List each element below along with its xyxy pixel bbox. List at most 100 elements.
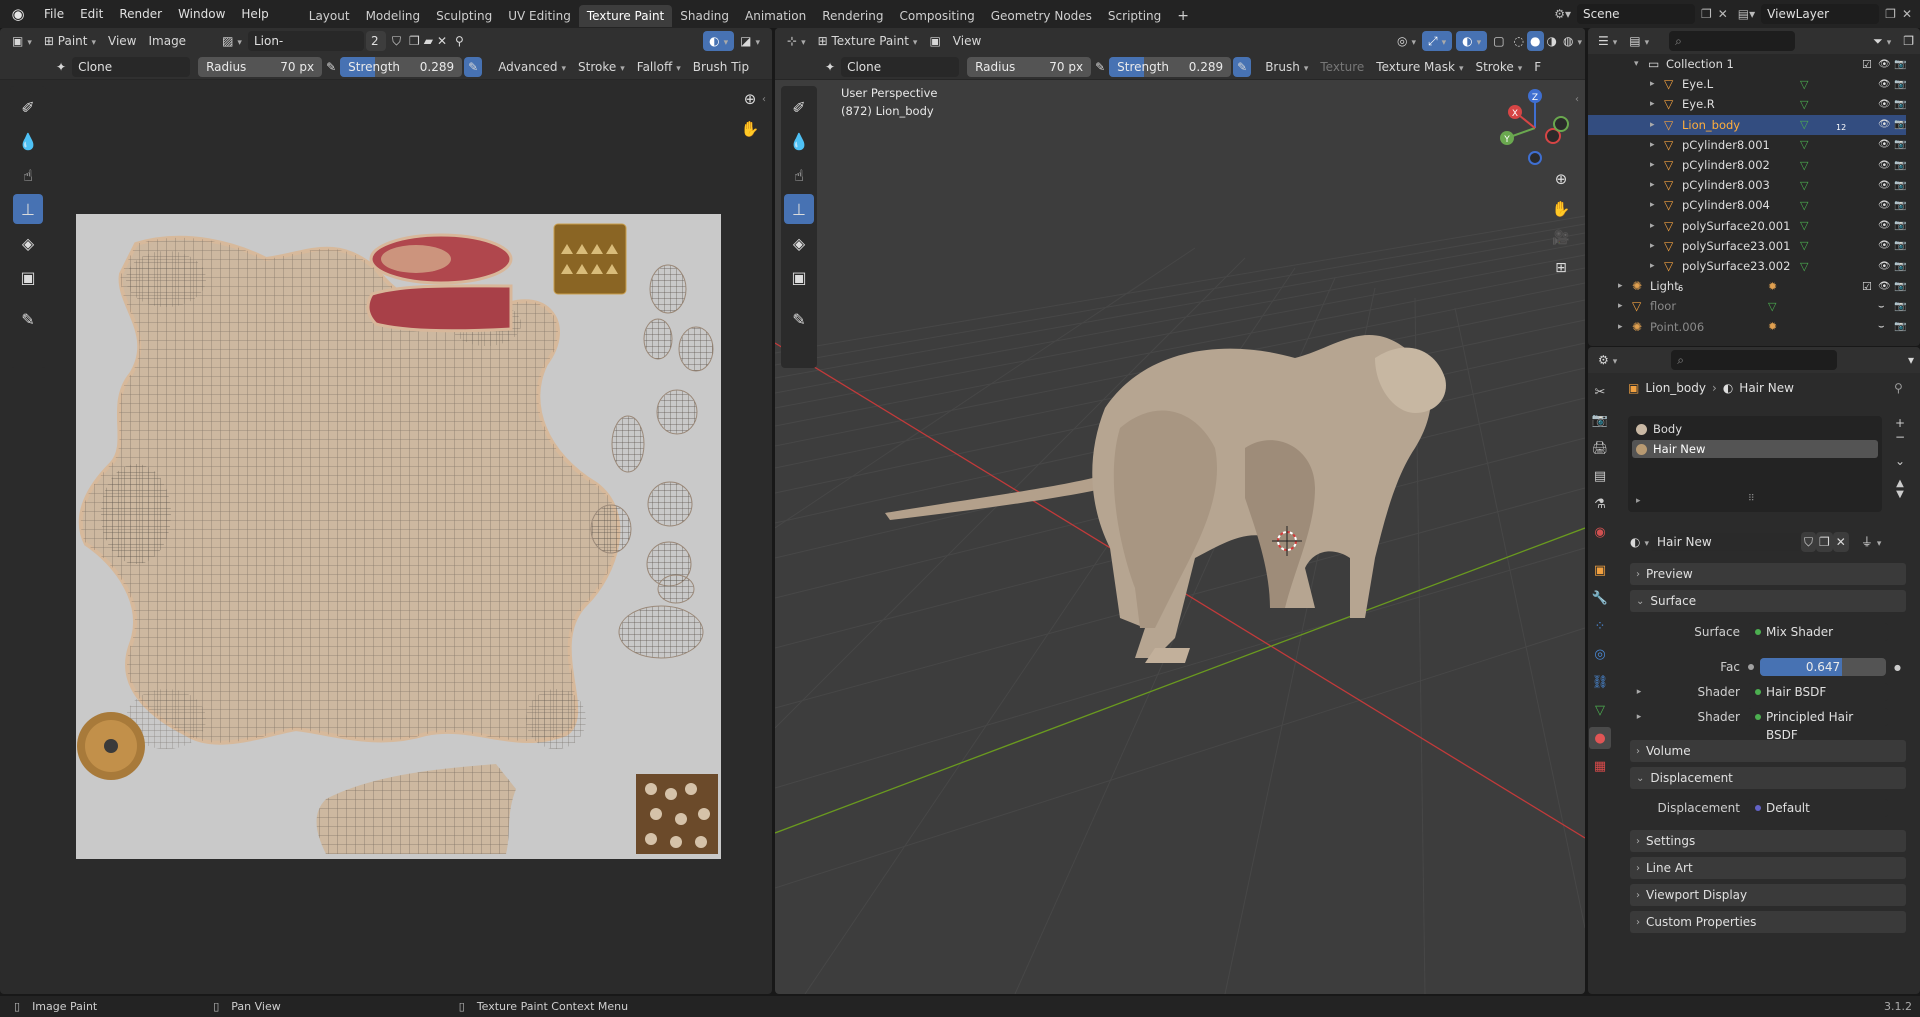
- vp-soften-tool-icon[interactable]: 💧: [784, 126, 814, 156]
- expand-arrow-icon[interactable]: ▸: [1650, 221, 1655, 231]
- visibility-eye-icon[interactable]: 👁: [1878, 160, 1891, 171]
- outliner-search-input[interactable]: ⌕: [1669, 31, 1796, 51]
- vp-radius-pressure-icon[interactable]: ✎: [1091, 57, 1109, 77]
- mask-toggle-icon[interactable]: ▣: [923, 31, 946, 51]
- render-camera-icon[interactable]: 📷: [1894, 119, 1906, 130]
- move-slot-up-icon[interactable]: ▲: [1896, 478, 1904, 489]
- vp-pan-hand-icon[interactable]: ✋: [1549, 200, 1573, 224]
- fac-slider[interactable]: 0.647: [1760, 658, 1886, 676]
- visibility-eye-icon[interactable]: 👁: [1878, 180, 1891, 191]
- material-name-field[interactable]: Hair New: [1651, 533, 1802, 551]
- tab-geometry-nodes[interactable]: Geometry Nodes: [983, 5, 1100, 27]
- expand-arrow-icon[interactable]: ▸: [1650, 180, 1655, 190]
- outliner-row[interactable]: ▸ ▽ pCylinder8.003 ▽ 👁 📷: [1588, 175, 1906, 195]
- blender-logo-icon[interactable]: ◉: [0, 0, 36, 28]
- fac-keyframe-icon[interactable]: ●: [1894, 663, 1901, 672]
- expand-arrow-icon[interactable]: ▸: [1650, 79, 1655, 89]
- radius-pressure-icon[interactable]: ✎: [322, 57, 340, 77]
- expand-arrow-icon[interactable]: ▸: [1650, 160, 1655, 170]
- expand-arrow-icon[interactable]: ▸: [1618, 281, 1623, 291]
- exclude-checkbox[interactable]: ☑: [1862, 58, 1872, 71]
- render-camera-icon[interactable]: 📷: [1894, 301, 1906, 312]
- visibility-eye-icon[interactable]: 👁: [1878, 220, 1891, 231]
- editor-type-icon[interactable]: ▣: [6, 31, 38, 51]
- pan-hand-icon[interactable]: ✋: [738, 120, 762, 144]
- world-tab-icon[interactable]: ◉: [1589, 521, 1611, 543]
- tab-uv-editing[interactable]: UV Editing: [500, 5, 579, 27]
- material-unlink-icon[interactable]: ✕: [1832, 532, 1849, 552]
- solid-shading-icon[interactable]: ●: [1527, 31, 1544, 51]
- vp-stroke-dropdown[interactable]: Stroke: [1469, 57, 1528, 77]
- mesh-data-icon[interactable]: ▽: [1800, 260, 1808, 273]
- soften-tool-icon[interactable]: 💧: [13, 126, 43, 156]
- pin-properties-icon[interactable]: ⚲: [1894, 381, 1903, 395]
- render-camera-icon[interactable]: 📷: [1894, 160, 1906, 171]
- mesh-data-icon[interactable]: ▽: [1800, 98, 1808, 111]
- camera-view-icon[interactable]: 🎥: [1549, 230, 1573, 254]
- expand-arrow-icon[interactable]: ▸: [1650, 140, 1655, 150]
- outliner-row[interactable]: ▸ ▽ pCylinder8.002 ▽ 👁 📷: [1588, 155, 1906, 175]
- lion-model[interactable]: [885, 335, 1446, 663]
- image-menu[interactable]: Image: [142, 31, 192, 51]
- viewport-area[interactable]: ⊹ ⊞ Texture Paint ▣ View ◎ ⤢ ◐ ▢ ◌ ● ◑ ◍…: [775, 28, 1585, 994]
- visibility-eye-icon[interactable]: 👁: [1878, 99, 1891, 110]
- tab-rendering[interactable]: Rendering: [814, 5, 891, 27]
- scene-close-icon[interactable]: ✕: [1718, 7, 1728, 21]
- strength-pressure-icon[interactable]: ✎: [464, 56, 483, 77]
- menu-edit[interactable]: Edit: [72, 0, 111, 28]
- vp-draw-tool-icon[interactable]: ✐: [784, 92, 814, 122]
- tab-modeling[interactable]: Modeling: [358, 5, 429, 27]
- light-data-icon[interactable]: ✹: [1768, 280, 1777, 293]
- mesh-data-icon[interactable]: ▽: [1800, 138, 1808, 151]
- radius-slider[interactable]: Radius 70 px: [198, 56, 323, 77]
- section-line-art[interactable]: › Line Art: [1630, 857, 1906, 879]
- render-tab-icon[interactable]: 📷: [1589, 409, 1611, 431]
- render-camera-icon[interactable]: 📷: [1894, 321, 1906, 332]
- mask-tool-icon[interactable]: ▣: [13, 262, 43, 292]
- material-shading-icon[interactable]: ◑: [1544, 31, 1560, 51]
- outliner-row[interactable]: ▸ ▽ floor ▽ ⌣ 📷: [1588, 296, 1906, 316]
- render-camera-icon[interactable]: 📷: [1894, 200, 1906, 211]
- view-layer-icon[interactable]: ▤▾: [1738, 7, 1755, 21]
- visibility-eye-icon[interactable]: 👁: [1878, 119, 1891, 130]
- mesh-data-icon[interactable]: ▽: [1800, 159, 1808, 172]
- smear-tool-icon[interactable]: ☝: [13, 160, 43, 190]
- outliner-row[interactable]: ▸ ✺ Light ✹ 6 ☑ 👁 📷: [1588, 276, 1906, 296]
- visibility-eye-icon[interactable]: 👁: [1878, 200, 1891, 211]
- brush-tip-dropdown[interactable]: Brush Tip: [687, 57, 755, 77]
- render-camera-icon[interactable]: 📷: [1894, 180, 1906, 191]
- mesh-data-icon[interactable]: ▽: [1768, 300, 1776, 313]
- tab-layout[interactable]: Layout: [301, 5, 358, 27]
- expand-arrow-icon[interactable]: ▸: [1650, 261, 1655, 271]
- wireframe-shading-icon[interactable]: ◌: [1511, 31, 1527, 51]
- render-camera-icon[interactable]: 📷: [1894, 79, 1906, 90]
- ortho-toggle-icon[interactable]: ⊞: [1549, 260, 1573, 284]
- browse-material-icon[interactable]: ◐: [1628, 532, 1651, 552]
- add-slot-icon[interactable]: +: [1895, 416, 1905, 430]
- advanced-dropdown[interactable]: Advanced: [492, 57, 572, 77]
- vp-clone-tool-icon[interactable]: ⊥: [784, 194, 814, 224]
- falloff-dropdown[interactable]: Falloff: [631, 57, 687, 77]
- mesh-data-icon[interactable]: ▽: [1800, 179, 1808, 192]
- slot-expand-icon[interactable]: ▸: [1636, 496, 1641, 506]
- new-collection-icon[interactable]: ❐: [1897, 31, 1920, 51]
- view-layer-close-icon[interactable]: ✕: [1902, 7, 1912, 21]
- tool-tab-icon[interactable]: ✂: [1589, 381, 1611, 403]
- annotate-tool-icon[interactable]: ✎: [13, 304, 43, 334]
- shader1-expand-icon[interactable]: ▸: [1630, 687, 1648, 697]
- outliner-row[interactable]: ▸ ▽ pCylinder8.004 ▽ 👁 📷: [1588, 195, 1906, 215]
- image-browse-icon[interactable]: ▨: [216, 31, 248, 51]
- display-channels-icon[interactable]: ◪: [734, 31, 766, 51]
- mesh-data-icon[interactable]: ▽: [1800, 118, 1808, 131]
- render-camera-icon[interactable]: 📷: [1894, 99, 1906, 110]
- material-slot-body[interactable]: Body: [1632, 420, 1878, 438]
- outliner-row[interactable]: ▸ ▽ polySurface23.002 ▽ 👁 📷: [1588, 256, 1906, 276]
- render-camera-icon[interactable]: 📷: [1894, 281, 1906, 292]
- texture-canvas[interactable]: [76, 214, 721, 859]
- visibility-eye-icon[interactable]: ⌣: [1878, 321, 1885, 332]
- stroke-dropdown[interactable]: Stroke: [572, 57, 631, 77]
- view-layer-field[interactable]: ViewLayer: [1761, 4, 1880, 24]
- tab-animation[interactable]: Animation: [737, 5, 814, 27]
- visibility-eye-icon[interactable]: ⌣: [1878, 301, 1885, 312]
- visibility-eye-icon[interactable]: 👁: [1878, 59, 1891, 70]
